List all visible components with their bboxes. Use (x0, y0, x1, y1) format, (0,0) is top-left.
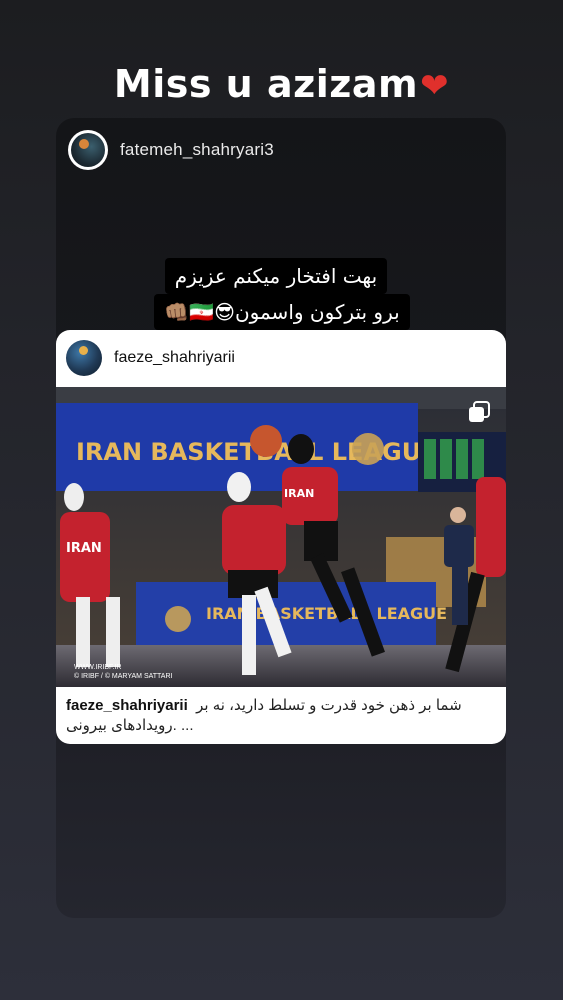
watermark-line-1: WWW.IRIBF.IR (74, 664, 122, 671)
photo-watermark: WWW.IRIBF.IR © IRIBF / © MARYAM SATTARI (74, 663, 172, 681)
caption-line-1: بهت افتخار میکنم عزیزم (164, 258, 388, 294)
post-author-avatar[interactable] (66, 340, 102, 376)
author-avatar[interactable] (68, 130, 108, 170)
story-title: Miss u azizam❤ (0, 62, 563, 106)
author-username[interactable]: fatemeh_shahryari3 (120, 140, 274, 160)
post-caption-username[interactable]: faeze_shahriyarii (66, 697, 188, 714)
carousel-icon (468, 401, 490, 423)
story-caption: بهت افتخار میکنم عزیزم برو بترکون واسمون… (150, 258, 414, 330)
story-author-header[interactable]: fatemeh_shahryari3 (68, 130, 274, 170)
post-photo[interactable]: IRAN BASKETBALL LEAGUE IRAN BASKETBALL L… (56, 387, 506, 687)
shared-post-card[interactable]: faeze_shahriyarii IRAN BASKETBALL LEAGUE (56, 330, 506, 744)
story-title-text: Miss u azizam (113, 62, 419, 106)
post-header[interactable]: faeze_shahriyarii (56, 330, 506, 386)
jersey-text-jumper: IRAN (284, 487, 314, 500)
post-author-username[interactable]: faeze_shahriyarii (114, 349, 235, 367)
basketball-game-photo: IRAN BASKETBALL LEAGUE IRAN BASKETBALL L… (56, 387, 506, 687)
jersey-text-left: IRAN (66, 541, 102, 556)
watermark-line-2: © IRIBF / © MARYAM SATTARI (74, 673, 173, 680)
caption-line-2: برو بترکون واسمون😎🇮🇷👊🏽 (154, 294, 410, 330)
heart-emoji: ❤ (420, 66, 450, 106)
post-caption-area: faeze_shahriyarii شما بر ذهن خود قدرت و … (66, 696, 496, 736)
